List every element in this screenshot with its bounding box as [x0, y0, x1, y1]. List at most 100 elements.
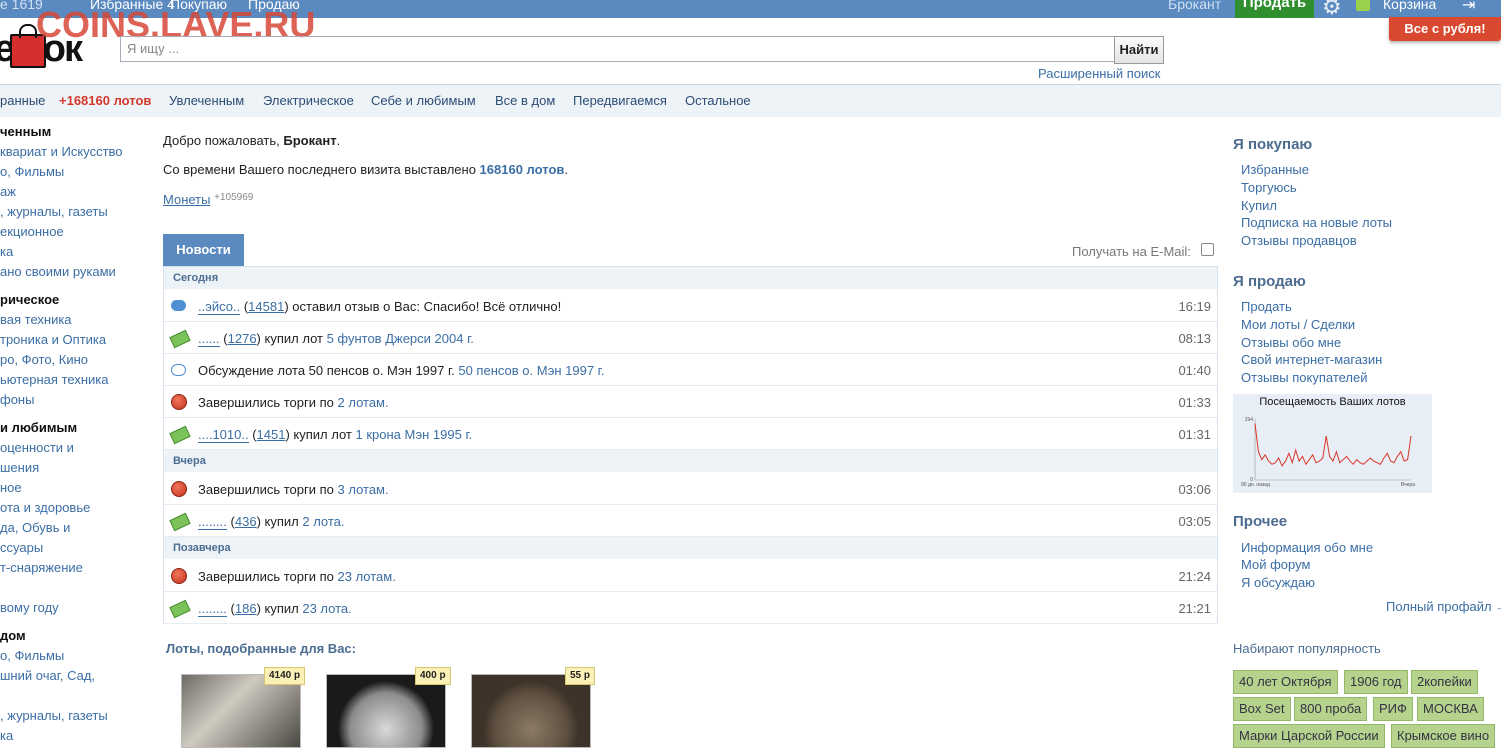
- sidebar-item[interactable]: вому году: [0, 600, 59, 615]
- sidebar-item[interactable]: ро, Фото, Кино: [0, 352, 88, 367]
- popular-tag[interactable]: Марки Царской России: [1233, 724, 1385, 748]
- topbar-username[interactable]: Брокант: [1168, 0, 1221, 12]
- nav-item[interactable]: Увлеченным: [169, 93, 244, 108]
- other-link[interactable]: Я обсуждаю: [1241, 575, 1315, 590]
- sidebar-item[interactable]: ота и здоровье: [0, 500, 90, 515]
- sidebar-item[interactable]: фоны: [0, 392, 34, 407]
- sidebar-item[interactable]: вая техника: [0, 312, 72, 327]
- purchase-icon: [169, 599, 191, 619]
- promo-badge[interactable]: Все с рубля!: [1389, 17, 1501, 41]
- search-button[interactable]: Найти: [1114, 36, 1164, 64]
- coins-label[interactable]: Монеты: [163, 192, 210, 207]
- topbar-cart[interactable]: Корзина: [1383, 0, 1436, 12]
- sidebar-item[interactable]: оценности и: [0, 440, 74, 455]
- sidebar-heading[interactable]: и любимым: [0, 420, 77, 435]
- feed-user-rating[interactable]: 1276: [228, 331, 257, 346]
- feed-user-link[interactable]: ....1010..: [198, 427, 249, 443]
- sidebar-heading[interactable]: дом: [0, 628, 26, 643]
- buy-link[interactable]: Избранные: [1241, 162, 1309, 177]
- sidebar-item[interactable]: шний очаг, Сад,: [0, 668, 95, 683]
- new-lots-count[interactable]: 168160 лотов: [480, 162, 565, 177]
- nav-item[interactable]: ранные: [0, 93, 45, 108]
- nav-item[interactable]: Электрическое: [263, 93, 354, 108]
- popular-tag[interactable]: 800 проба: [1294, 697, 1368, 721]
- popular-tag[interactable]: Крымское вино: [1391, 724, 1496, 748]
- feed-user-link[interactable]: ........: [198, 514, 227, 530]
- sell-link[interactable]: Продать: [1241, 299, 1292, 314]
- sell-link[interactable]: Мои лоты / Сделки: [1241, 317, 1355, 332]
- feed-lot-link[interactable]: 5 фунтов Джерси 2004 г.: [327, 331, 474, 346]
- full-profile-link[interactable]: Полный профайл →: [1386, 599, 1501, 614]
- tab-news[interactable]: Новости: [163, 234, 244, 266]
- feed-lot-link[interactable]: 1 крона Мэн 1995 г.: [356, 427, 473, 442]
- sell-button[interactable]: Продать: [1235, 0, 1314, 18]
- gear-icon[interactable]: ⚙: [1322, 0, 1342, 18]
- auction-ended-icon: [171, 481, 187, 497]
- buy-link[interactable]: Подписка на новые лоты: [1241, 215, 1392, 230]
- coins-link[interactable]: Монеты +105969: [163, 192, 253, 207]
- feed-user-link[interactable]: ..эйсо..: [198, 299, 241, 315]
- nav-item[interactable]: Себе и любимым: [371, 93, 476, 108]
- buy-link[interactable]: Торгуюсь: [1241, 180, 1297, 195]
- sidebar-item[interactable]: ано своими руками: [0, 264, 116, 279]
- sidebar-item[interactable]: ное: [0, 480, 22, 495]
- sidebar-item[interactable]: о, Фильмы: [0, 648, 64, 663]
- sidebar-item[interactable]: аж: [0, 184, 16, 199]
- buy-link[interactable]: Купил: [1241, 198, 1277, 213]
- feed-time: 21:21: [1178, 601, 1211, 616]
- lot-thumbnail[interactable]: [326, 674, 446, 748]
- nav-item[interactable]: Остальное: [685, 93, 751, 108]
- cart-icon[interactable]: [1356, 0, 1370, 11]
- popular-tag[interactable]: 1906 год: [1344, 670, 1408, 694]
- email-subscribe-checkbox[interactable]: [1201, 243, 1214, 256]
- feed-user-rating[interactable]: 186: [235, 601, 257, 616]
- popular-tag[interactable]: Box Set: [1233, 697, 1291, 721]
- sell-link[interactable]: Отзывы покупателей: [1241, 370, 1368, 385]
- feed-lot-link[interactable]: 23 лотам.: [338, 569, 396, 584]
- popular-tag[interactable]: 2копейки: [1411, 670, 1478, 694]
- feed-user-rating[interactable]: 14581: [248, 299, 284, 314]
- popular-tag[interactable]: 40 лет Октября: [1233, 670, 1338, 694]
- feed-lot-link[interactable]: 23 лота.: [302, 601, 351, 616]
- feed-lot-link[interactable]: 2 лотам.: [338, 395, 389, 410]
- buy-link[interactable]: Отзывы продавцов: [1241, 233, 1357, 248]
- x-tick-label: Вчера: [1401, 482, 1415, 488]
- sidebar-item[interactable]: троника и Оптика: [0, 332, 106, 347]
- feed-user-rating[interactable]: 1451: [257, 427, 286, 442]
- sidebar-item[interactable]: ьютерная техника: [0, 372, 108, 387]
- feed-user-rating[interactable]: 436: [235, 514, 257, 529]
- sell-link[interactable]: Отзывы обо мне: [1241, 335, 1341, 350]
- popular-tag[interactable]: МОСКВА: [1417, 697, 1484, 721]
- sidebar-item[interactable]: о, Фильмы: [0, 164, 64, 179]
- sell-link[interactable]: Свой интернет-магазин: [1241, 352, 1382, 367]
- feed-lot-link[interactable]: 2 лота.: [302, 514, 344, 529]
- nav-item[interactable]: Передвигаемся: [573, 93, 667, 108]
- other-link[interactable]: Информация обо мне: [1241, 540, 1373, 555]
- sidebar-heading[interactable]: ченным: [0, 124, 51, 139]
- nav-item[interactable]: Все в дом: [495, 93, 555, 108]
- popular-tag[interactable]: РИФ: [1373, 697, 1413, 721]
- logout-icon[interactable]: ⇥: [1462, 0, 1475, 15]
- lot-thumbnail[interactable]: [181, 674, 301, 748]
- sidebar-heading[interactable]: рическое: [0, 292, 59, 307]
- search-input[interactable]: Я ищу ...: [120, 36, 1120, 62]
- feed-user-link[interactable]: ........: [198, 601, 227, 617]
- sidebar-item[interactable]: ка: [0, 244, 13, 259]
- sidebar-item[interactable]: ка: [0, 728, 13, 743]
- sidebar-item[interactable]: т-снаряжение: [0, 560, 83, 575]
- nav-new-lots[interactable]: +168160 лотов: [59, 93, 151, 108]
- sidebar-item[interactable]: да, Обувь и: [0, 520, 70, 535]
- sidebar-item[interactable]: , журналы, газеты: [0, 708, 108, 723]
- advanced-search-link[interactable]: Расширенный поиск: [1038, 66, 1160, 81]
- feed-time: 01:40: [1178, 363, 1211, 378]
- other-link[interactable]: Мой форум: [1241, 557, 1310, 572]
- sidebar-item[interactable]: екционное: [0, 224, 64, 239]
- sidebar-item[interactable]: шения: [0, 460, 39, 475]
- feed-lot-link[interactable]: 3 лотам.: [338, 482, 389, 497]
- sidebar-item[interactable]: , журналы, газеты: [0, 204, 108, 219]
- sidebar-item[interactable]: квариат и Искусство: [0, 144, 123, 159]
- feed-user-link[interactable]: ......: [198, 331, 220, 347]
- feed-lot-link[interactable]: 50 пенсов о. Мэн 1997 г.: [458, 363, 604, 378]
- sidebar-item[interactable]: ссуары: [0, 540, 43, 555]
- lot-thumbnail[interactable]: [471, 674, 591, 748]
